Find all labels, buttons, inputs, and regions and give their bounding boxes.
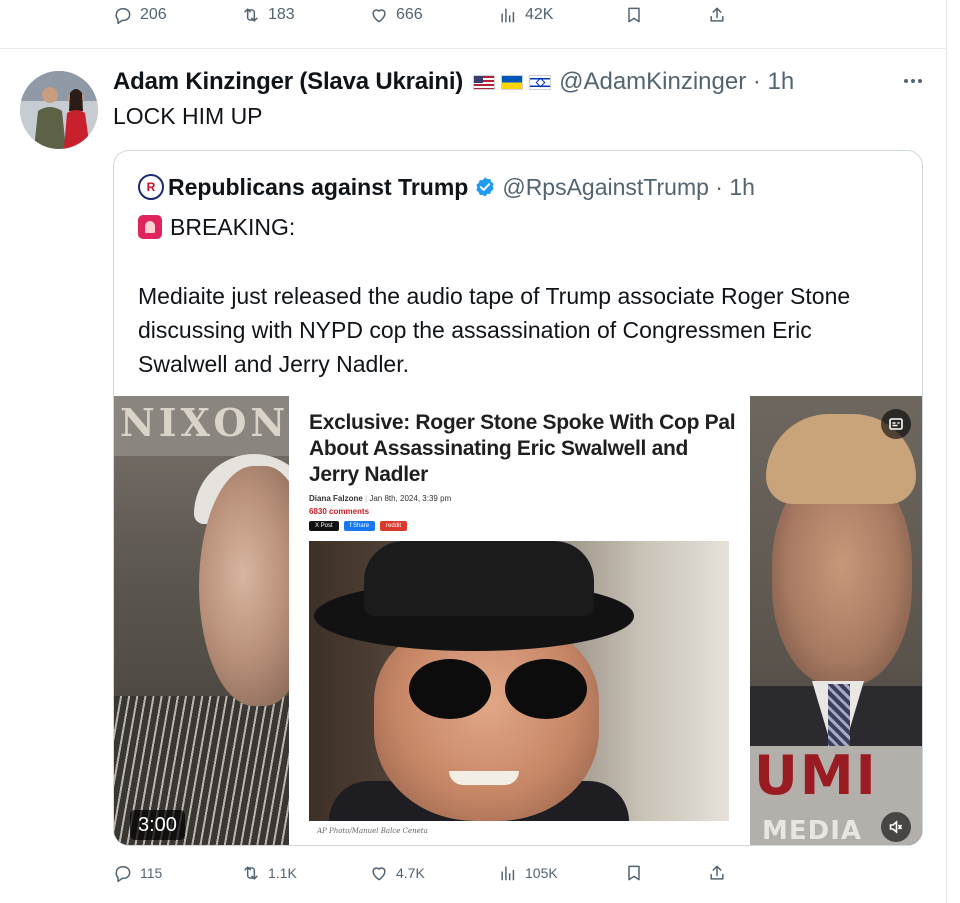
breaking-label: BREAKING: (170, 213, 296, 240)
repost-count: 183 (268, 6, 295, 23)
author-name[interactable]: Adam Kinzinger (Slava Ukraini) (113, 68, 463, 96)
repost-count: 1.1K (268, 865, 297, 881)
quote-header: R Republicans against Trump @RpsAgainstT… (138, 171, 755, 203)
tweet-author-line: Adam Kinzinger (Slava Ukraini) @AdamKinz… (113, 64, 794, 100)
muted-speaker-icon (889, 820, 903, 834)
article-author: Diana Falzone (309, 494, 363, 503)
quote-breaking-line: BREAKING: (138, 211, 295, 243)
article-photo (309, 541, 729, 821)
tweet-divider (0, 48, 946, 49)
author-handle-time[interactable]: @AdamKinzinger · 1h (559, 68, 794, 96)
views-button[interactable]: 105K (498, 858, 558, 888)
repost-icon (244, 866, 258, 880)
tweet-actions: 115 1.1K 4.7K 105K (0, 858, 946, 888)
reply-icon (115, 8, 131, 25)
like-count: 4.7K (396, 865, 425, 881)
heart-icon (372, 9, 386, 23)
timeline-right-border (946, 0, 947, 903)
ukraine-flag-icon (501, 74, 524, 90)
us-flag-icon (473, 74, 496, 90)
bookmark-icon (628, 7, 640, 23)
reply-button[interactable]: 206 (113, 0, 167, 30)
mute-button[interactable] (881, 812, 911, 842)
more-dot-icon (918, 79, 922, 83)
hat-crown (364, 541, 594, 616)
views-button[interactable]: 42K (498, 0, 553, 30)
view-count: 105K (525, 865, 558, 881)
article-comments: 6830 comments (309, 507, 370, 516)
more-options-button[interactable] (898, 66, 928, 96)
share-icon (710, 7, 724, 22)
video-right-background: UMI MEDIA (750, 396, 922, 846)
heart-icon (372, 867, 386, 881)
article-screenshot: Exclusive: Roger Stone Spoke With Cop Pa… (289, 396, 750, 845)
share-icon (710, 865, 724, 880)
views-chart-icon (501, 866, 515, 881)
like-count: 666 (396, 6, 423, 23)
captions-button[interactable] (881, 409, 911, 439)
smile (449, 771, 519, 785)
video-duration: 3:00 (130, 810, 185, 840)
stone-face (374, 621, 599, 821)
right-sunglass-lens (505, 659, 587, 719)
avatar[interactable] (20, 71, 98, 149)
facebook-share-button: f Share (343, 521, 376, 531)
quote-author-name[interactable]: Republicans against Trump (168, 174, 468, 201)
article-share-row: X Post f Share reddit (309, 521, 408, 531)
magazine-word: MEDIA (762, 816, 863, 846)
article-title: Exclusive: Roger Stone Spoke With Cop Pa… (309, 411, 736, 486)
quote-handle-time[interactable]: @RpsAgainstTrump · 1h (502, 174, 755, 201)
article-byline: Diana Falzone | Jan 8th, 2024, 3:39 pm (309, 494, 452, 503)
article-date: Jan 8th, 2024, 3:39 pm (369, 494, 452, 503)
more-dot-icon (911, 79, 915, 83)
left-sunglass-lens (409, 659, 491, 719)
verified-badge-icon (476, 177, 494, 197)
previous-tweet-actions: 206 183 666 42K (0, 0, 946, 30)
repost-icon (244, 8, 258, 22)
quoted-tweet-card[interactable]: R Republicans against Trump @RpsAgainstT… (113, 150, 923, 846)
like-button[interactable]: 666 (369, 0, 423, 30)
share-button[interactable] (707, 858, 727, 888)
israel-flag-icon (529, 74, 552, 90)
repost-button[interactable]: 1.1K (241, 858, 297, 888)
reply-count: 115 (140, 865, 163, 881)
video-player[interactable]: NIXON Exclusive: Roger Stone Spoke With … (114, 396, 922, 846)
reddit-share-button: reddit (380, 521, 408, 531)
bookmark-button[interactable] (624, 0, 644, 30)
avatar-photo (20, 71, 98, 149)
tweet-text: LOCK HIM UP (113, 103, 263, 129)
x-post-button: X Post (309, 521, 339, 531)
bookmark-button[interactable] (624, 858, 644, 888)
view-count: 42K (525, 6, 554, 23)
more-dot-icon (904, 79, 908, 83)
republicans-against-trump-logo-icon[interactable]: R (138, 174, 164, 200)
video-left-background: NIXON (114, 396, 314, 845)
reply-count: 206 (140, 6, 167, 23)
quote-body-text: Mediaite just released the audio tape of… (138, 283, 851, 377)
photo-credit: AP Photo/Manuel Balce Ceneta (317, 827, 428, 835)
repost-button[interactable]: 183 (241, 0, 295, 30)
siren-icon (138, 215, 162, 239)
nixon-sign: NIXON (114, 396, 289, 456)
reply-button[interactable]: 115 (113, 858, 162, 888)
reply-icon (115, 866, 131, 883)
captions-icon (889, 418, 903, 430)
bookmark-icon (628, 865, 640, 881)
share-button[interactable] (707, 0, 727, 30)
like-button[interactable]: 4.7K (369, 858, 425, 888)
views-chart-icon (501, 8, 515, 23)
trump-tie (828, 684, 850, 754)
